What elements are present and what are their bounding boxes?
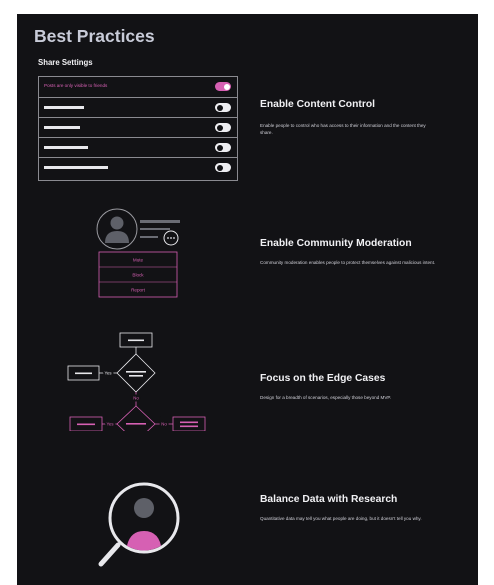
decision-diamond [116,353,156,393]
setting-label-placeholder [44,126,80,129]
profile-name-line [140,220,180,223]
toggle-switch[interactable] [215,103,231,112]
flow-no-box [172,416,206,431]
section-title-edge-cases: Focus on the Edge Cases [260,373,386,384]
setting-row [39,157,237,177]
flow-label-yes: Yes [104,371,111,376]
section-body-community-moderation: Community moderation enables people to p… [260,260,436,265]
toggle-knob [216,164,223,171]
decision-diamond [116,405,156,431]
setting-label-placeholder [44,166,108,169]
profile-detail-line [140,236,158,238]
edge-case-flowchart: Yes No Yes No [67,332,206,431]
menu-item-mute: Mute [133,258,144,263]
setting-row [39,137,237,157]
section-body-data-research: Quantitative data may tell you what peop… [260,516,422,521]
toggle-knob [223,83,230,90]
toggle-switch[interactable] [215,143,231,152]
moderation-illustration: Mute Block Report [96,208,180,298]
toggle-knob [216,124,223,131]
menu-item-block: Block [132,273,144,278]
flow-label-yes: Yes [106,422,113,427]
setting-label: Posts are only visible to friends [44,83,108,88]
setting-row [39,97,237,117]
section-body-content-control: Enable people to control who has access … [260,123,426,135]
setting-row [39,117,237,137]
share-settings-heading: Share Settings [38,58,93,67]
setting-row: Posts are only visible to friends [39,77,237,97]
share-settings-card: Posts are only visible to friends [38,76,238,181]
section-title-data-research: Balance Data with Research [260,494,398,505]
person-head [134,498,154,518]
toggle-switch[interactable] [215,82,231,91]
research-magnifier-illustration [98,482,180,567]
menu-item-report: Report [131,288,146,293]
best-practices-panel: Best Practices Share Settings Posts are … [17,14,478,585]
magnifier-handle [98,542,121,567]
toggle-switch[interactable] [215,163,231,172]
setting-label-placeholder [44,146,88,149]
toggle-knob [216,104,223,111]
toggle-knob [216,144,223,151]
flow-label-no: No [161,422,167,427]
avatar-head [110,216,124,230]
flow-label-no: No [133,396,139,401]
section-title-content-control: Enable Content Control [260,99,375,110]
toggle-switch[interactable] [215,123,231,132]
section-title-community-moderation: Enable Community Moderation [260,238,412,249]
profile-detail-line [140,228,170,230]
section-body-edge-cases: Design for a breadth of scenarios, espec… [260,395,392,400]
setting-label-placeholder [44,106,84,109]
page-title: Best Practices [34,26,155,46]
